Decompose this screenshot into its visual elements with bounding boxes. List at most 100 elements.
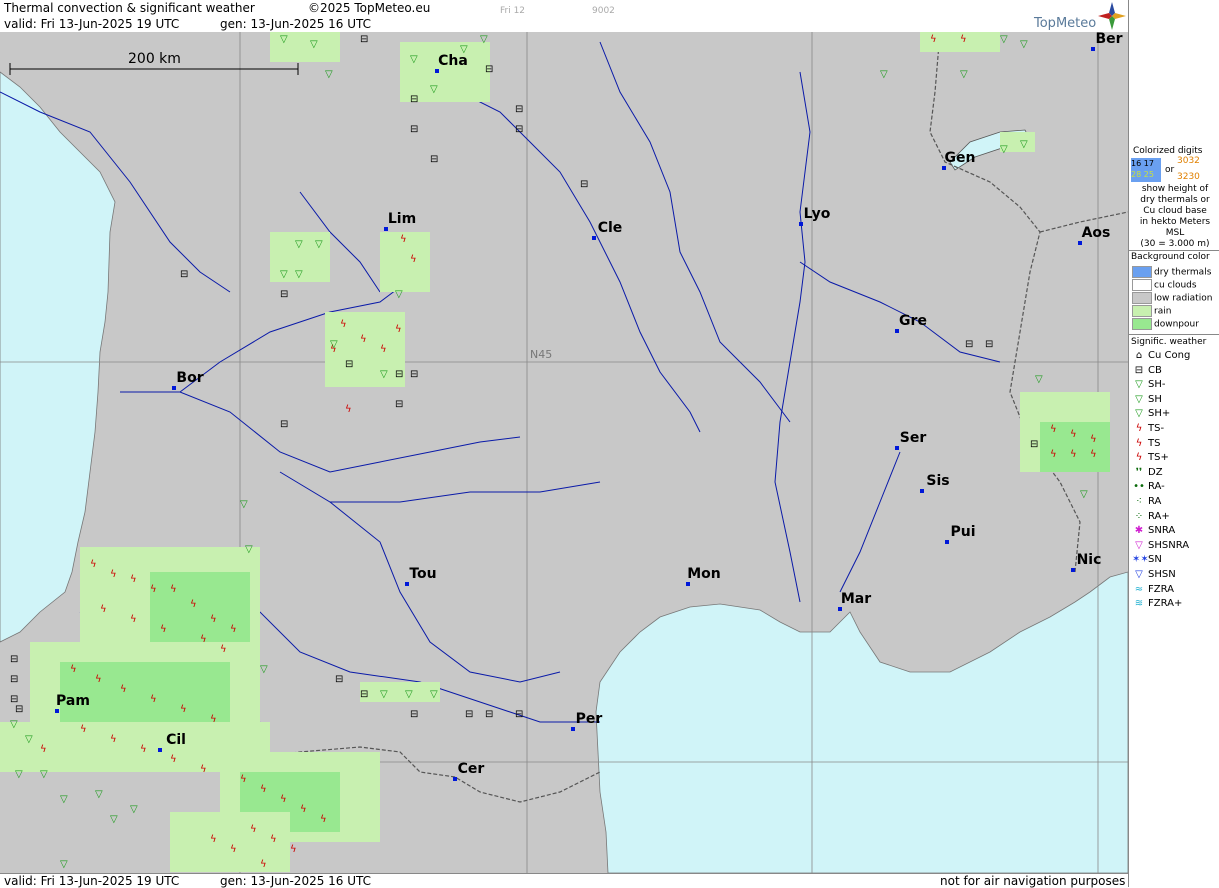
- legend-wx-symbol-icon: ▽: [1135, 539, 1143, 551]
- thunderstorm-symbol-34: ϟ: [260, 784, 267, 795]
- legend-wx-symbol-icon: ✱: [1134, 525, 1144, 537]
- city-marker-cer: [453, 777, 457, 781]
- shower-symbol-3: ▽: [410, 54, 418, 65]
- legend-wx-item: ▽ SH-: [1132, 378, 1165, 391]
- shower-symbol-30: ▽: [60, 859, 68, 870]
- legend-wx-symbol-icon: ••: [1133, 481, 1145, 493]
- city-marker-nic: [1071, 568, 1075, 572]
- city-marker-per: [571, 727, 575, 731]
- city-label-gen[interactable]: Gen: [945, 150, 976, 166]
- thunderstorm-symbol-33: ϟ: [240, 774, 247, 785]
- thunderstorm-symbol-7: ϟ: [410, 254, 417, 265]
- city-label-gre[interactable]: Gre: [899, 313, 927, 329]
- city-label-aos[interactable]: Aos: [1082, 225, 1111, 241]
- thunderstorm-symbol-0: ϟ: [340, 319, 347, 330]
- legend-wx-label: SH+: [1148, 408, 1171, 420]
- legend-wx-item: ≋ FZRA+: [1132, 597, 1183, 610]
- city-label-pam[interactable]: Pam: [56, 693, 90, 709]
- city-label-mar[interactable]: Mar: [841, 591, 871, 607]
- shower-symbol-15: ▽: [280, 269, 288, 280]
- legend-wx-item: ⊟ CB: [1132, 364, 1162, 377]
- thunderstorm-symbol-22: ϟ: [95, 674, 102, 685]
- grid-label-n45: N45: [530, 348, 553, 361]
- run-day: Fri 12: [500, 6, 526, 16]
- legend-digit-sample-box: 16 17 28 25: [1131, 158, 1161, 182]
- shower-symbol-22: ▽: [10, 719, 18, 730]
- legend-digits-or: or: [1165, 165, 1175, 175]
- city-label-mon[interactable]: Mon: [687, 566, 721, 582]
- city-label-cil[interactable]: Cil: [166, 732, 186, 748]
- shower-symbol-25: ▽: [110, 814, 118, 825]
- shower-symbol-34: ▽: [15, 769, 23, 780]
- legend-wx-label: TS-: [1148, 423, 1165, 434]
- legend-wx-item: ϟ TS+: [1132, 451, 1169, 464]
- thunderstorm-symbol-51: ϟ: [960, 34, 967, 45]
- city-marker-aos: [1078, 241, 1082, 245]
- legend-wx-label: SH: [1148, 393, 1162, 405]
- legend-wx-symbol-icon: ϟ: [1135, 423, 1143, 434]
- city-label-per[interactable]: Per: [576, 711, 603, 727]
- thunderstorm-symbol-13: ϟ: [190, 599, 197, 610]
- city-label-sis[interactable]: Sis: [926, 473, 949, 489]
- city-label-nic[interactable]: Nic: [1077, 552, 1102, 568]
- legend-wx-label: FZRA: [1148, 583, 1174, 595]
- valid-time: valid: Fri 13-Jun-2025 19 UTC: [4, 17, 180, 31]
- scale-label: 200 km: [128, 51, 181, 67]
- shower-symbol-24: ▽: [130, 804, 138, 815]
- cb-symbol-12: ⊟: [395, 399, 403, 410]
- shower-symbol-23: ▽: [25, 734, 33, 745]
- city-marker-pam: [55, 709, 59, 713]
- legend-wx-item: ⌂ Cu Cong: [1132, 349, 1190, 362]
- city-label-tou[interactable]: Tou: [409, 566, 436, 582]
- legend-wx-label: RA-: [1148, 481, 1165, 493]
- city-label-ser[interactable]: Ser: [900, 430, 926, 446]
- city-label-lyo[interactable]: Lyo: [804, 206, 831, 222]
- thunderstorm-symbol-44: ϟ: [1050, 424, 1057, 435]
- legend-wx-item: ⁘ RA+: [1132, 510, 1170, 523]
- shower-symbol-9: ▽: [1020, 39, 1028, 50]
- city-label-bor[interactable]: Bor: [176, 370, 203, 386]
- city-label-lim[interactable]: Lim: [388, 211, 416, 227]
- weather-map[interactable]: ϟϟϟϟϟϟϟϟϟϟϟϟϟϟϟϟϟϟϟϟϟϟϟϟϟϟϟϟϟϟϟϟϟϟϟϟϟϟϟϟ…: [0, 31, 1128, 873]
- legend-bg-label: cu clouds: [1154, 280, 1197, 291]
- shower-symbol-36: ▽: [245, 544, 253, 555]
- thunderstorm-symbol-23: ϟ: [120, 684, 127, 695]
- city-marker-sis: [920, 489, 924, 493]
- city-marker-cle: [592, 236, 596, 240]
- cb-symbol-6: ⊟: [580, 179, 588, 190]
- legend-wx-label: RA+: [1148, 510, 1170, 522]
- legend-digits-line-2: Cu cloud base: [1143, 206, 1207, 216]
- legend-wx-symbol-icon: ✶✶: [1132, 554, 1149, 566]
- legend-wx-symbol-icon: ▽: [1135, 408, 1143, 420]
- map-title: Thermal convection & significant weather: [4, 1, 255, 15]
- legend-wx-symbol-icon: ▽: [1135, 379, 1143, 391]
- cb-symbol-17: ⊟: [15, 704, 23, 715]
- thunderstorm-symbol-6: ϟ: [400, 234, 407, 245]
- cb-symbol-7: ⊟: [180, 269, 188, 280]
- shower-symbol-35: ▽: [40, 769, 48, 780]
- legend-wx-item: ▽ SH+: [1132, 407, 1170, 420]
- city-label-pui[interactable]: Pui: [950, 524, 975, 540]
- shower-symbol-32: ▽: [1080, 489, 1088, 500]
- thunderstorm-symbol-25: ϟ: [180, 704, 187, 715]
- legend-swatch: [1132, 292, 1152, 304]
- thunderstorm-symbol-26: ϟ: [210, 714, 217, 725]
- thunderstorm-symbol-42: ϟ: [230, 844, 237, 855]
- city-label-ber[interactable]: Ber: [1095, 31, 1122, 47]
- legend-bg-item: rain: [1132, 305, 1171, 319]
- brand-logo-text: TopMeteo: [1034, 16, 1097, 31]
- legend-wx-symbol-icon: ▽: [1135, 393, 1143, 405]
- thunderstorm-symbol-29: ϟ: [140, 744, 147, 755]
- city-label-cha[interactable]: Cha: [438, 53, 468, 69]
- footer-gen: gen: 13-Jun-2025 16 UTC: [220, 874, 372, 888]
- thunderstorm-symbol-5: ϟ: [345, 404, 352, 415]
- thunderstorm-symbol-15: ϟ: [230, 624, 237, 635]
- map-footer: valid: Fri 13-Jun-2025 19 UTC gen: 13-Ju…: [0, 873, 1128, 888]
- thunderstorm-symbol-43: ϟ: [260, 859, 267, 870]
- cb-symbol-23: ⊟: [515, 709, 523, 720]
- cb-symbol-9: ⊟: [345, 359, 353, 370]
- thunderstorm-symbol-1: ϟ: [360, 334, 367, 345]
- city-label-cle[interactable]: Cle: [598, 220, 623, 236]
- thunderstorm-symbol-8: ϟ: [90, 559, 97, 570]
- city-label-cer[interactable]: Cer: [458, 761, 485, 777]
